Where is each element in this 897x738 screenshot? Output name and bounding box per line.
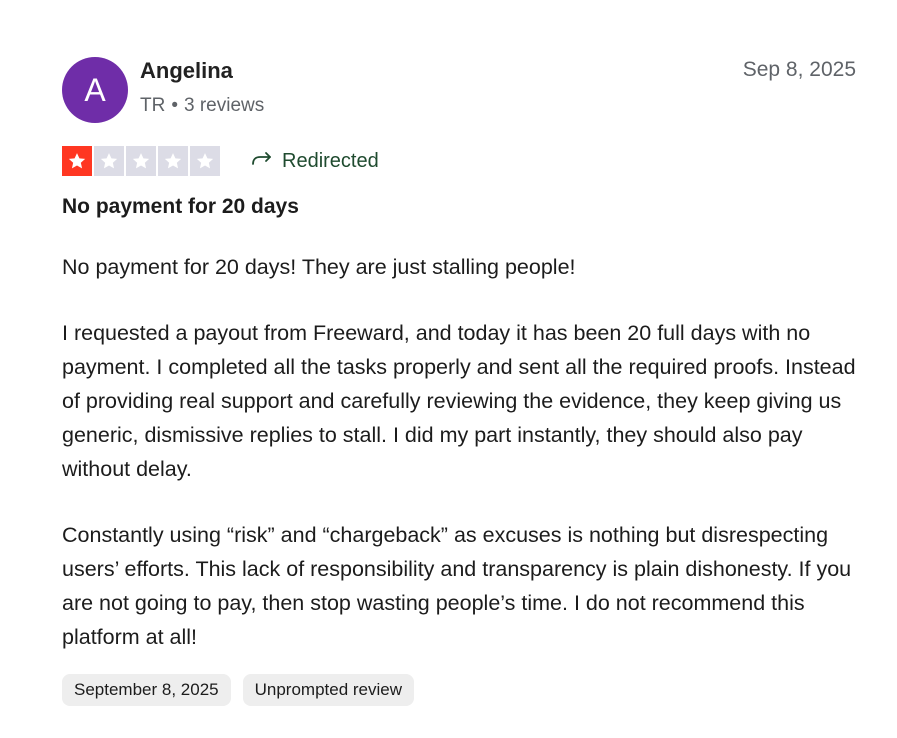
review-date: Sep 8, 2025 [742,58,856,81]
reviewer-name[interactable]: Angelina [140,58,233,84]
redirected-label[interactable]: Redirected [250,148,379,174]
redirected-text: Redirected [282,149,379,172]
review-body: No payment for 20 days! They are just st… [62,250,862,686]
avatar[interactable]: A [62,57,128,123]
review-paragraph: Constantly using “risk” and “chargeback”… [62,523,852,649]
redirect-arrow-icon [250,148,274,174]
tag-unprompted: Unprompted review [242,674,415,706]
star-empty-icon [94,146,124,176]
review-paragraph: No payment for 20 days! They are just st… [62,255,576,279]
reviewer-review-count: 3 reviews [183,95,265,116]
review-tags: September 8, 2025 Unprompted review [62,674,415,706]
tag-date: September 8, 2025 [62,674,231,706]
star-empty-icon [190,146,220,176]
review-paragraph: I requested a payout from Freeward, and … [62,321,856,481]
star-rating [62,146,220,176]
meta-separator: • [171,95,178,116]
star-empty-icon [158,146,188,176]
reviewer-meta: TR • 3 reviews [140,95,264,117]
star-filled-icon [62,146,92,176]
reviewer-country: TR [140,95,166,116]
review-title: No payment for 20 days [62,195,299,218]
star-empty-icon [126,146,156,176]
